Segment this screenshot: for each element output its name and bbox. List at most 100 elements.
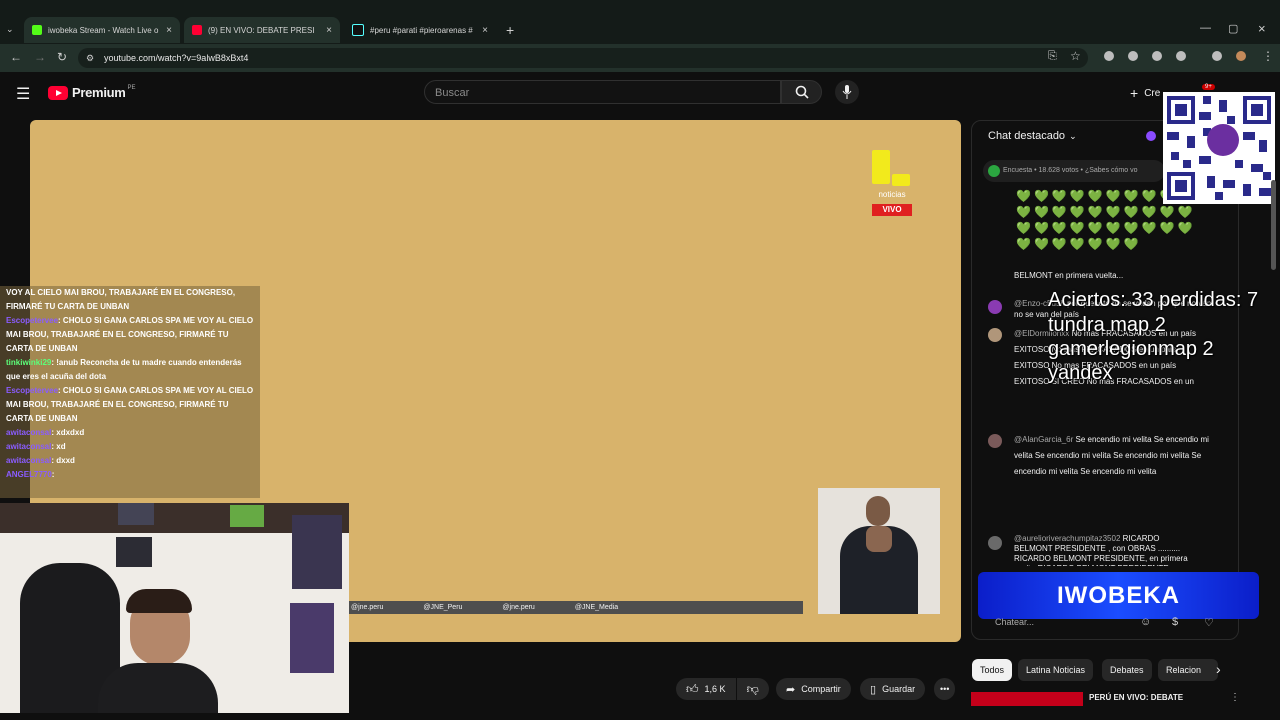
bookmark-star-icon[interactable]: ☆ [1070,49,1081,63]
premium-label: Premium [72,85,126,100]
close-icon[interactable]: × [166,25,172,36]
ticker-item: @JNE_Peru [423,604,463,611]
reading-list-icon[interactable] [1212,51,1222,61]
search-icon [795,85,809,99]
search-input[interactable]: Buscar [424,80,781,104]
chat-line: ANGEL7770: [6,470,55,479]
chat-header-label: Chat destacado [988,130,1066,142]
tab-youtube[interactable]: (9) EN VIVO: DEBATE PRESI × [184,17,340,43]
browser-menu-icon[interactable]: ⋮ [1262,49,1274,63]
site-info-icon[interactable]: ⚙ [86,48,94,68]
close-window-button[interactable]: × [1258,21,1266,36]
chip-todos[interactable]: Todos [972,659,1013,681]
chip-latina-noticias[interactable]: Latina Noticias [1018,659,1094,681]
chat-line: VOY AL CIELO MAI BROU, TRABAJARÉ EN EL C… [6,288,236,311]
stream-chat-overlay: VOY AL CIELO MAI BROU, TRABAJARÉ EN EL C… [0,286,260,498]
page-scrollbar[interactable] [1271,180,1276,270]
chat-username: ANGEL7770 [6,470,52,479]
hamburger-menu-icon[interactable]: ☰ [16,84,30,104]
forward-icon[interactable]: → [34,50,46,64]
like-dislike-group: 👍︎ 1,6 K 👎︎ [676,678,769,700]
related-menu-icon[interactable]: ⋮ [1230,692,1240,703]
chat-mode-dropdown[interactable]: Chat destacado ⌄ [988,130,1077,142]
chip-relacionados[interactable]: Relacion [1158,659,1218,681]
extension-icon[interactable] [1104,51,1114,61]
youtube-play-icon [48,85,68,100]
overlay-stats: Aciertos: 33 perdidas: 7 [1048,289,1259,311]
tab-list-icon[interactable]: ⌄ [6,24,14,35]
chat-input-placeholder: Chatear... [995,617,1035,627]
youtube-icon [192,25,202,35]
save-label: Guardar [882,684,916,694]
back-icon[interactable]: ← [10,50,22,64]
chat-username: Escopetervee [6,386,59,395]
thumbs-up-icon: 👍︎ [686,681,699,696]
share-group: ➦ Compartir [776,678,851,700]
overlay-line: yandex [1048,362,1113,384]
reload-icon[interactable]: ↻ [57,50,67,64]
heart-icon[interactable]: ♡ [1204,616,1214,629]
poll-text: Encuesta • 18.628 votos • ¿Sabes cómo vo [1003,167,1138,174]
install-icon[interactable]: ⎘ [1048,50,1057,63]
search-button[interactable] [781,80,822,104]
chip-debates[interactable]: Debates [1102,659,1152,681]
chat-username: awitaconsal [6,442,52,451]
chat-username: tinkiwinki29 [6,358,52,367]
maximize-button[interactable]: ▢ [1228,22,1238,35]
chat-message: @aurelioriverachumpitaz3502 RICARDO BELM… [1014,534,1188,566]
plus-icon: + [1130,85,1139,101]
create-button[interactable]: + Cre [1130,85,1160,101]
minimize-button[interactable]: — [1200,22,1211,34]
close-icon[interactable]: × [326,25,332,36]
tab-iwobeka[interactable]: iwobeka Stream - Watch Live o × [24,17,180,43]
avatar [988,434,1002,448]
sign-language-interpreter-video [818,488,940,614]
chat-input[interactable]: Chatear... [985,612,1135,632]
kick-icon [32,25,42,35]
like-button[interactable]: 👍︎ 1,6 K [676,678,736,700]
share-button[interactable]: ➦ Compartir [776,678,851,700]
save-button[interactable]: ▯ Guardar [860,678,926,700]
like-count: 1,6 K [704,684,726,694]
more-actions-button[interactable]: ••• [934,678,956,700]
latina-noticias-logo: noticias VIVO [870,150,914,222]
ticker-item: @JNE_Media [574,604,619,611]
related-thumbnail[interactable] [971,692,1083,706]
tab-title: iwobeka Stream - Watch Live o [48,25,159,35]
bookmark-icon: ▯ [870,683,877,696]
related-title[interactable]: PERÚ EN VIVO: DEBATE [1089,693,1183,702]
tiktok-icon [352,24,364,36]
chat-line: awitaconsal: xdxdxd [6,428,85,437]
voice-search-button[interactable] [835,80,859,104]
youtube-logo[interactable]: Premium PE [48,85,136,100]
new-tab-button[interactable]: + [506,22,514,38]
tab-title: #peru #parati #pieroarenas # [370,25,473,35]
url-text: youtube.com/watch?v=9alwB8xBxt4 [104,53,249,63]
chat-line: Escopetervee: CHOLO SI GANA CARLOS SPA M… [6,386,254,423]
chat-username: Escopetervee [6,316,59,325]
chevron-right-icon[interactable]: › [1216,661,1221,677]
close-icon[interactable]: × [482,25,488,36]
dislike-button[interactable]: 👎︎ [736,678,769,700]
avatar [988,328,1002,342]
profile-avatar[interactable] [1236,51,1246,61]
tab-tiktok[interactable]: #peru #parati #pieroarenas # × [344,17,496,43]
member-icon[interactable] [1146,131,1156,141]
extension-icon[interactable] [1128,51,1138,61]
logo-caption: noticias [878,190,906,199]
url-field[interactable]: ⚙ youtube.com/watch?v=9alwB8xBxt4 [78,48,1088,68]
poll-banner[interactable]: Encuesta • 18.628 votos • ¿Sabes cómo vo [983,160,1165,182]
emoji-icon[interactable]: ☺ [1140,616,1151,628]
more-group: ••• [934,678,956,700]
avatar [988,300,1002,314]
poll-icon [988,165,1000,177]
overlay-line: tundra map 2 [1048,314,1166,336]
chevron-down-icon: ⌄ [1069,130,1077,141]
chat-message: BELMONT en primera vuelta... [1014,271,1124,280]
super-chat-icon[interactable]: $ [1172,616,1178,628]
share-label: Compartir [801,684,841,694]
extension-icon[interactable] [1152,51,1162,61]
ticker-item: @jne.peru [351,604,384,611]
extensions-puzzle-icon[interactable] [1176,51,1186,61]
tab-title: (9) EN VIVO: DEBATE PRESI [208,25,315,35]
